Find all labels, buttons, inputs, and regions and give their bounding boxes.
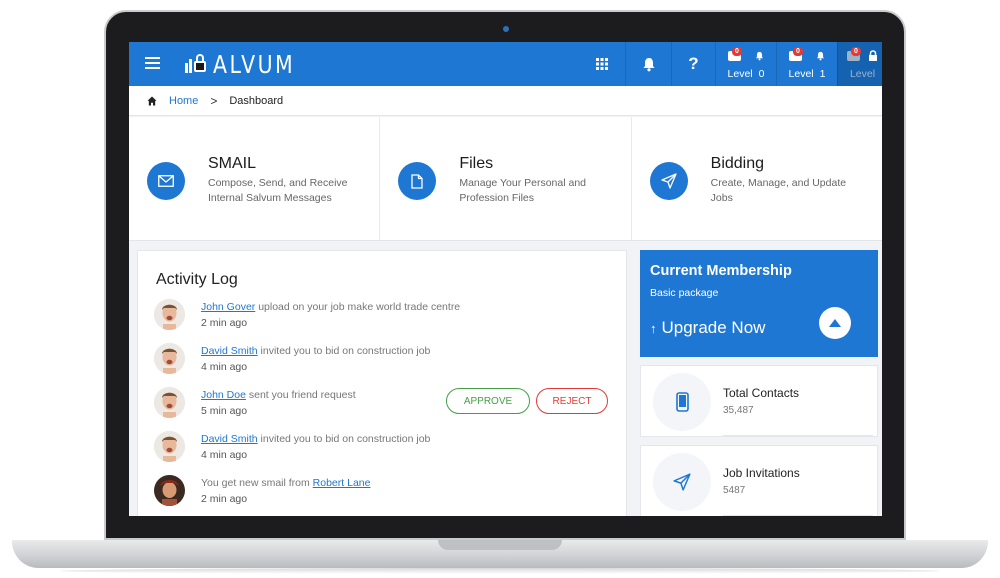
activity-text: invited you to bid on construction job — [257, 345, 431, 357]
level-number: 1 — [819, 68, 826, 80]
activity-time: 2 min ago — [201, 317, 248, 329]
feature-smail[interactable]: SMAIL Compose, Send, and Receive Interna… — [129, 117, 381, 240]
stat-value: 35,487 — [723, 405, 754, 416]
activity-log-title: Activity Log — [156, 271, 238, 288]
mail-icon: 0 — [728, 47, 742, 61]
breadcrumb-current: Dashboard — [229, 94, 284, 107]
level-locked-button[interactable]: 0 Level — [837, 42, 882, 86]
membership-card: Current Membership Basic package ↑ Upgra… — [640, 250, 878, 357]
activity-text: invited you to bid on construction job — [257, 433, 431, 445]
activity-item: John Doe sent you friend request 5 min a… — [154, 387, 614, 427]
bell-icon — [643, 57, 654, 71]
level-label: Level — [788, 68, 814, 80]
upgrade-toggle-button[interactable] — [819, 307, 851, 339]
divider — [723, 515, 873, 516]
level-0-button[interactable]: 0 Level 0 — [715, 42, 776, 86]
upgrade-link[interactable]: ↑ Upgrade Now — [650, 318, 765, 338]
camera-dot — [503, 26, 509, 32]
user-link[interactable]: John Gover — [201, 301, 255, 313]
mail-icon — [147, 162, 185, 200]
avatar[interactable] — [154, 475, 185, 506]
activity-time: 2 min ago — [201, 493, 248, 505]
upgrade-label: Upgrade Now — [661, 318, 766, 337]
feature-bidding[interactable]: Bidding Create, Manage, and Update Jobs — [632, 117, 882, 240]
file-icon — [398, 162, 437, 200]
chevron-right-icon: > — [210, 93, 218, 108]
membership-title: Current Membership — [650, 263, 792, 279]
help-button[interactable]: ? — [671, 42, 715, 86]
menu-icon[interactable] — [145, 57, 160, 69]
activity-item: David Smith invited you to bid on constr… — [154, 431, 614, 471]
stat-job-invitations[interactable]: Job Invitations 5487 — [640, 445, 878, 516]
send-icon — [649, 162, 688, 200]
lock-icon — [869, 50, 877, 61]
avatar[interactable] — [154, 387, 185, 418]
laptop-shadow — [60, 568, 940, 574]
mail-badge: 0 — [732, 47, 742, 56]
breadcrumb-home[interactable]: Home — [169, 95, 198, 107]
mail-badge: 0 — [851, 47, 861, 56]
feature-files[interactable]: Files Manage Your Personal and Professio… — [380, 117, 632, 240]
arrow-up-icon: ↑ — [650, 320, 657, 336]
activity-time: 4 min ago — [201, 361, 248, 373]
mail-icon: 0 — [847, 47, 861, 61]
feature-description: Manage Your Personal and Profession File… — [459, 177, 587, 204]
avatar[interactable] — [154, 343, 185, 374]
feature-description: Create, Manage, and Update Jobs — [710, 177, 847, 204]
mail-icon: 0 — [789, 47, 803, 61]
caret-up-icon — [829, 319, 841, 327]
stat-value: 5487 — [723, 485, 746, 496]
feature-title: Bidding — [710, 155, 765, 172]
divider — [723, 435, 873, 436]
help-icon: ? — [688, 54, 699, 73]
membership-package: Basic package — [650, 287, 719, 299]
home-icon[interactable] — [147, 96, 157, 106]
activity-item: You get new smail from Robert Lane 2 min… — [154, 475, 614, 515]
grid-icon — [596, 58, 608, 70]
send-icon — [653, 453, 711, 511]
activity-time: 5 min ago — [201, 405, 248, 417]
stat-total-contacts[interactable]: Total Contacts 35,487 — [640, 365, 878, 437]
logo-text: ALVUM — [213, 49, 296, 79]
breadcrumb: Home > Dashboard — [129, 86, 882, 116]
logo[interactable]: ALVUM — [185, 49, 313, 79]
phone-icon — [653, 373, 711, 431]
level-1-button[interactable]: 0 Level 1 — [776, 42, 837, 86]
avatar[interactable] — [154, 299, 185, 330]
level-label: Level — [849, 68, 876, 80]
approve-button[interactable]: APPROVE — [446, 388, 530, 414]
activity-log: Activity Log John Gover upload on your j… — [137, 250, 627, 516]
app-screen: ALVUM ? 0 Level 0 0 Level 1 0 Level Home… — [129, 42, 882, 516]
stat-label: Total Contacts — [723, 386, 800, 400]
feature-title: SMAIL — [208, 155, 257, 172]
avatar[interactable] — [154, 431, 185, 462]
feature-description: Compose, Send, and Receive Internal Salv… — [208, 177, 348, 204]
activity-text: sent you friend request — [245, 389, 356, 401]
activity-text: You get new smail from — [201, 477, 313, 489]
user-link[interactable]: Robert Lane — [313, 477, 371, 489]
level-number: 0 — [758, 68, 765, 80]
activity-item: David Smith invited you to bid on constr… — [154, 343, 614, 383]
reject-button[interactable]: REJECT — [536, 388, 608, 414]
feature-title: Files — [459, 155, 494, 172]
stat-label: Job Invitations — [723, 466, 800, 480]
notifications-button[interactable] — [625, 42, 671, 86]
user-link[interactable]: David Smith — [201, 345, 258, 357]
mail-badge: 0 — [793, 47, 803, 56]
user-link[interactable]: John Doe — [201, 389, 246, 401]
activity-text: upload on your job make world trade cent… — [255, 301, 461, 313]
laptop-notch — [438, 540, 562, 550]
top-bar: ALVUM ? 0 Level 0 0 Level 1 0 Level — [129, 42, 882, 86]
logo-lock-icon — [185, 53, 211, 75]
activity-item: John Gover upload on your job make world… — [154, 299, 614, 339]
bell-icon — [755, 51, 764, 61]
level-label: Level — [727, 68, 753, 80]
bell-icon — [816, 51, 825, 61]
activity-time: 4 min ago — [201, 449, 248, 461]
apps-button[interactable] — [579, 42, 625, 86]
user-link[interactable]: David Smith — [201, 433, 258, 445]
feature-cards: SMAIL Compose, Send, and Receive Interna… — [129, 117, 882, 241]
